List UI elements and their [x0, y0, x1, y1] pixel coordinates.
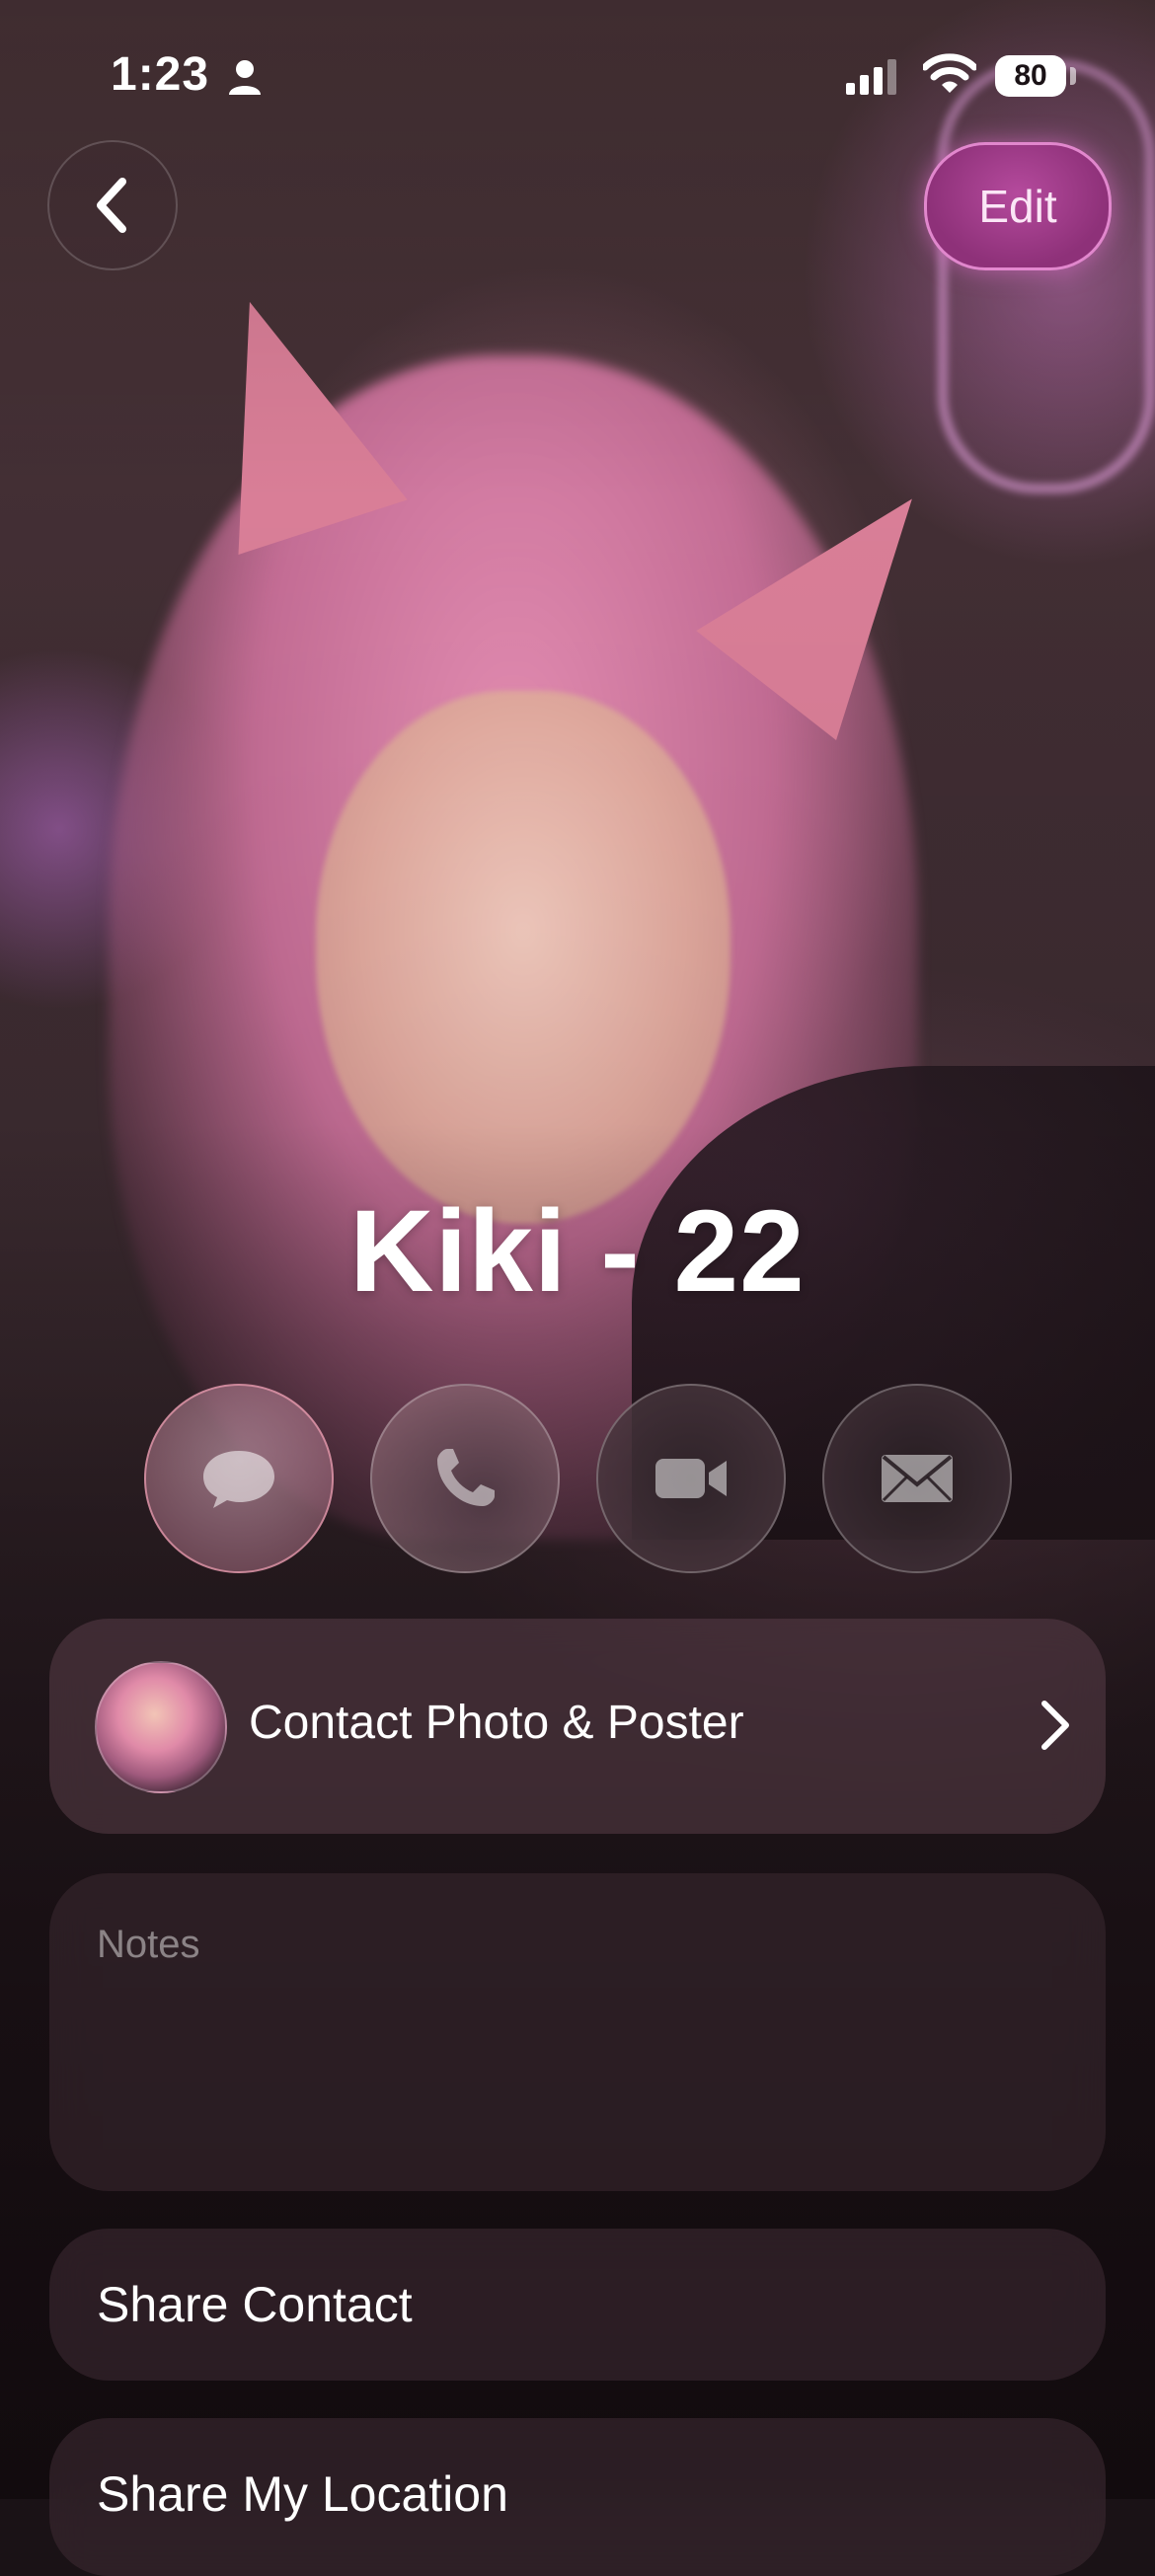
battery-level: 80 — [995, 55, 1066, 97]
video-camera-icon — [655, 1459, 727, 1498]
avatar — [95, 1661, 227, 1793]
share-location-button[interactable]: Share My Location — [49, 2418, 1106, 2576]
share-contact-label: Share Contact — [97, 2277, 413, 2332]
mail-button[interactable] — [822, 1384, 1012, 1573]
cellular-signal-icon — [846, 59, 896, 95]
envelope-icon — [882, 1455, 953, 1502]
notes-field[interactable]: Notes — [49, 1873, 1106, 2191]
phone-icon — [437, 1449, 495, 1506]
contact-name: Kiki - 22 — [349, 1186, 806, 1317]
contact-photo-poster-row[interactable]: Contact Photo & Poster — [49, 1619, 1106, 1834]
chevron-right-icon — [1041, 1701, 1069, 1750]
status-bar: 1:23 80 — [0, 0, 1155, 148]
contact-photo-poster-label: Contact Photo & Poster — [249, 1697, 744, 1749]
person-icon — [229, 60, 261, 95]
share-location-label: Share My Location — [97, 2466, 508, 2522]
message-button[interactable] — [144, 1384, 334, 1573]
battery-cap — [1070, 67, 1076, 85]
video-button[interactable] — [596, 1384, 786, 1573]
notes-label: Notes — [97, 1923, 200, 1966]
edit-button[interactable]: Edit — [924, 142, 1112, 270]
contact-actions — [144, 1384, 1012, 1573]
wifi-icon — [923, 53, 976, 93]
battery-indicator: 80 — [995, 55, 1076, 97]
call-button[interactable] — [370, 1384, 560, 1573]
message-bubble-icon — [203, 1451, 274, 1508]
share-contact-button[interactable]: Share Contact — [49, 2229, 1106, 2381]
back-button[interactable] — [47, 140, 178, 270]
status-time: 1:23 — [111, 48, 210, 101]
chevron-left-icon — [97, 178, 126, 233]
